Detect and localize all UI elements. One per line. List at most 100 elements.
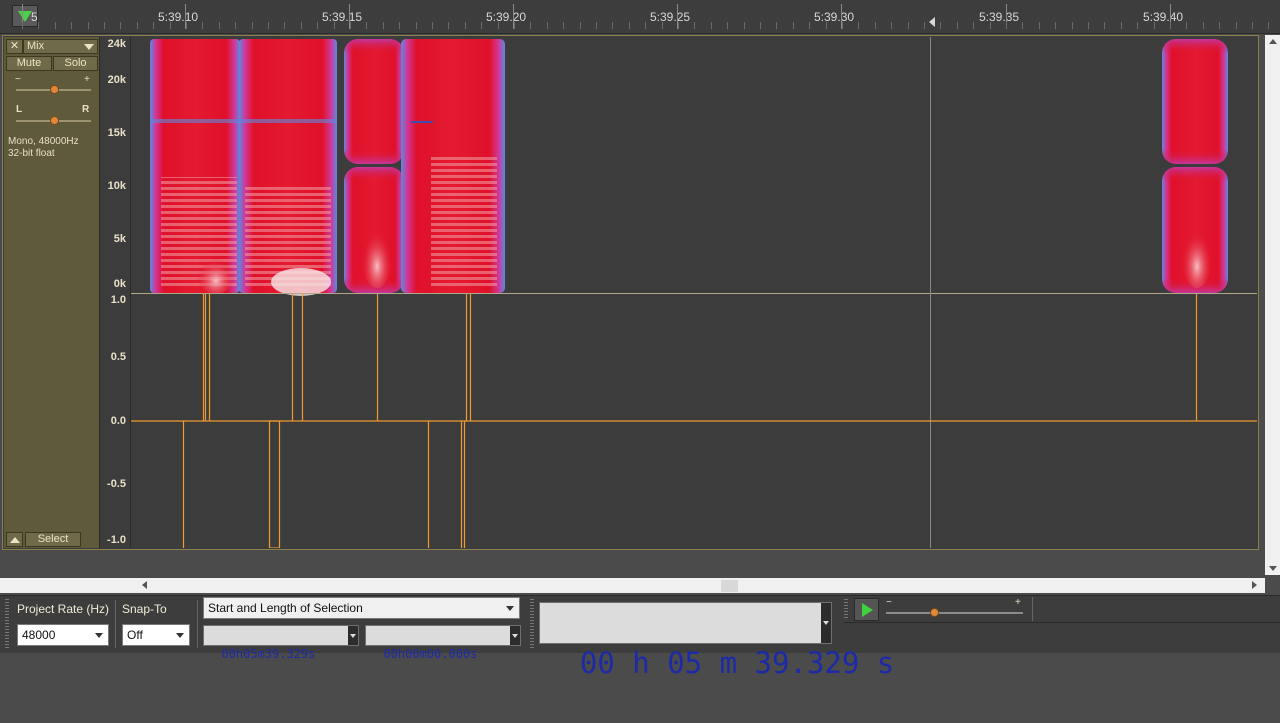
ruler-minor-tick: [432, 22, 433, 29]
toolbar-divider: [1032, 597, 1033, 621]
ruler-minor-tick: [1137, 22, 1138, 29]
pan-slider-knob[interactable]: [49, 116, 59, 125]
timeline-ruler[interactable]: 5 5:39.10 5:39.15 5:39.20 5:39.25 5:39.3…: [0, 0, 1280, 34]
ruler-label-5: 5:39.35: [979, 10, 1020, 24]
track-control-panel[interactable]: ✕ Mix Mute Solo − + L R Mono, 48000Hz 32…: [4, 37, 100, 548]
ruler-minor-tick: [235, 22, 236, 29]
ruler-minor-tick: [1104, 22, 1105, 29]
spectro-scale-15k: 15k: [107, 127, 126, 139]
track-name-menu[interactable]: Mix: [23, 39, 98, 54]
chevron-down-icon: [84, 44, 94, 50]
ruler-minor-tick: [366, 22, 367, 29]
wave-scale-neg1: -1.0: [107, 534, 126, 546]
selection-mode-value: Start and Length of Selection: [208, 601, 363, 615]
ruler-minor-tick: [1088, 22, 1089, 29]
toolbar-divider: [197, 600, 198, 648]
ruler-minor-tick: [202, 22, 203, 29]
ruler-minor-tick: [1022, 22, 1023, 29]
project-rate-select[interactable]: 48000: [17, 624, 109, 646]
ruler-minor-tick: [924, 22, 925, 29]
close-track-button[interactable]: ✕: [6, 39, 23, 54]
chevron-down-icon[interactable]: [510, 626, 520, 645]
ruler-minor-tick: [727, 22, 728, 29]
chevron-down-icon[interactable]: [821, 603, 831, 643]
play-at-speed-button[interactable]: [854, 598, 879, 621]
select-track-button[interactable]: Select: [25, 532, 81, 547]
solo-button[interactable]: Solo: [53, 56, 98, 71]
wave-scale-0: 0.0: [110, 415, 126, 427]
selection-mode-select[interactable]: Start and Length of Selection: [203, 597, 520, 619]
speed-plus-label: +: [1015, 597, 1021, 608]
track-info-format: Mono, 48000Hz: [8, 136, 79, 147]
scroll-up-icon[interactable]: [1269, 39, 1277, 44]
track-info-depth: 32-bit float: [8, 148, 55, 159]
gain-slider-knob[interactable]: [49, 85, 59, 94]
selection-length-time[interactable]: 00h00m00.000s: [365, 625, 521, 661]
playback-speed-knob[interactable]: [929, 608, 939, 617]
spectro-scale-10k: 10k: [107, 180, 126, 192]
ruler-label-3: 5:39.25: [650, 10, 691, 24]
ruler-minor-tick: [973, 22, 974, 29]
ruler-label-6: 5:39.40: [1143, 10, 1184, 24]
chevron-down-icon: [506, 606, 514, 611]
ruler-minor-tick: [760, 22, 761, 29]
scroll-down-icon[interactable]: [1269, 566, 1277, 571]
ruler-cut-label: 5: [31, 10, 38, 24]
ruler-minor-tick: [1039, 22, 1040, 29]
ruler-minor-tick: [1170, 22, 1171, 29]
playback-speed-track[interactable]: [886, 612, 1023, 614]
ruler-minor-tick: [678, 22, 679, 29]
snap-to-select[interactable]: Off: [122, 624, 190, 646]
selection-start-value: 00h05m39.329s: [221, 647, 316, 661]
project-rate-value: 48000: [22, 628, 56, 642]
ruler-minor-tick: [88, 22, 89, 29]
wave-scale-1: 1.0: [110, 294, 126, 306]
ruler-minor-tick: [55, 22, 56, 29]
selection-start-time[interactable]: 00h05m39.329s: [203, 625, 359, 661]
ruler-minor-tick: [563, 22, 564, 29]
gain-minus-label: −: [15, 74, 21, 85]
scroll-left-icon[interactable]: [142, 581, 147, 589]
ruler-minor-tick: [662, 22, 663, 29]
ruler-minor-tick: [711, 22, 712, 29]
wave-scale-0.5: 0.5: [110, 351, 126, 363]
toolbar-grip[interactable]: [530, 599, 534, 649]
ruler-minor-tick: [842, 22, 843, 29]
spectro-scale-24k: 24k: [107, 38, 126, 50]
ruler-minor-tick: [908, 22, 909, 29]
speed-minus-label: −: [886, 597, 892, 608]
vertical-scale-ruler[interactable]: 24k 20k 15k 10k 5k 0k 1.0 0.5 0.0 -0.5 -…: [101, 37, 131, 548]
ruler-minor-tick: [1252, 22, 1253, 29]
chevron-down-icon[interactable]: [348, 626, 358, 645]
ruler-minor-tick: [268, 22, 269, 29]
toolbar-grip[interactable]: [5, 599, 9, 649]
ruler-minor-tick: [22, 22, 23, 29]
chevron-up-icon: [10, 537, 20, 543]
ruler-minor-tick: [498, 22, 499, 29]
toolbar-grip[interactable]: [844, 599, 848, 619]
ruler-minor-tick: [481, 22, 482, 29]
ruler-minor-tick: [596, 22, 597, 29]
ruler-minor-tick: [744, 22, 745, 29]
spectro-scale-20k: 20k: [107, 74, 126, 86]
mute-button[interactable]: Mute: [6, 56, 52, 71]
ruler-minor-tick: [1186, 22, 1187, 29]
horizontal-scrollbar[interactable]: [0, 578, 1265, 593]
ruler-minor-tick: [252, 22, 253, 29]
ruler-minor-tick: [826, 22, 827, 29]
ruler-minor-tick: [809, 22, 810, 29]
scroll-right-icon[interactable]: [1252, 581, 1257, 589]
ruler-minor-tick: [629, 22, 630, 29]
ruler-minor-tick: [334, 22, 335, 29]
horizontal-scroll-thumb[interactable]: [721, 580, 738, 592]
ruler-minor-tick: [793, 22, 794, 29]
ruler-minor-tick: [547, 22, 548, 29]
ruler-minor-tick: [120, 22, 121, 29]
collapse-track-button[interactable]: [6, 532, 23, 547]
ruler-minor-tick: [416, 22, 417, 29]
track-display[interactable]: [131, 37, 1257, 548]
chevron-down-icon: [95, 633, 103, 638]
ruler-minor-tick: [1055, 22, 1056, 29]
audio-position-display[interactable]: 00 h 05 m 39.329 s: [539, 602, 894, 680]
vertical-scrollbar[interactable]: [1265, 35, 1280, 575]
